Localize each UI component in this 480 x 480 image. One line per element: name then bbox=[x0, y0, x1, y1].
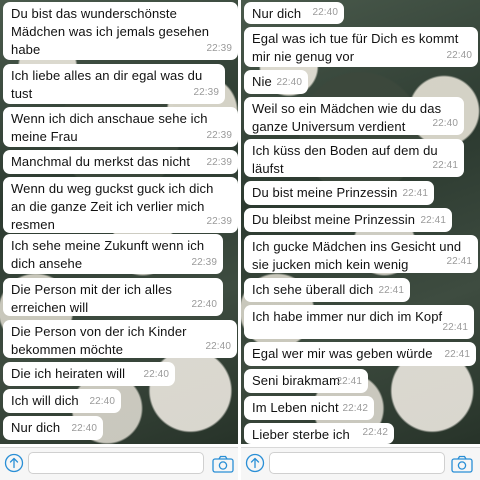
upload-arrow-icon[interactable] bbox=[245, 453, 265, 473]
message-time: 22:39 bbox=[206, 43, 232, 54]
message-text: Wenn ich dich anschaue sehe ich meine Fr… bbox=[11, 111, 208, 144]
message-time: 22:40 bbox=[276, 77, 302, 88]
left-chat-panel: Du bist das wunderschönste Mädchen was i… bbox=[0, 0, 238, 444]
message-time: 22:40 bbox=[312, 7, 338, 18]
message-time: 22:40 bbox=[432, 118, 458, 129]
message-time: 22:42 bbox=[342, 403, 368, 414]
message-bubble[interactable]: Ich will dich 22:40 bbox=[3, 389, 121, 413]
message-time: 22:39 bbox=[206, 130, 232, 141]
message-time: 22:39 bbox=[191, 257, 217, 268]
message-bubble[interactable]: Manchmal du merkst das nicht 22:39 bbox=[3, 150, 238, 174]
message-bubble[interactable]: Du bleibst meine Prinzessin 22:41 bbox=[244, 208, 452, 232]
message-bubble[interactable]: Nie 22:40 bbox=[244, 70, 308, 94]
message-time: 22:41 bbox=[420, 215, 446, 226]
right-chat-panel: Nur dich 22:40 Egal was ich tue für Dich… bbox=[241, 0, 480, 444]
message-bubble[interactable]: Ich küss den Boden auf dem du läufst 22:… bbox=[244, 139, 464, 177]
message-time: 22:40 bbox=[446, 50, 472, 61]
message-time: 22:40 bbox=[89, 396, 115, 407]
message-text: Die Person mit der ich alles erreichen w… bbox=[11, 282, 173, 315]
message-input[interactable] bbox=[28, 452, 204, 474]
camera-icon[interactable] bbox=[451, 455, 473, 473]
message-bubble[interactable]: Wenn du weg guckst guck ich dich an die … bbox=[3, 177, 238, 233]
message-text: Egal wer mir was geben würde bbox=[252, 346, 433, 361]
message-text: Ich gucke Mädchen ins Gesicht und sie ju… bbox=[252, 239, 462, 272]
message-time: 22:39 bbox=[193, 87, 219, 98]
message-time: 22:41 bbox=[432, 160, 458, 171]
message-time: 22:41 bbox=[442, 322, 468, 333]
upload-arrow-icon[interactable] bbox=[4, 453, 24, 473]
message-text: Ich küss den Boden auf dem du läufst bbox=[252, 143, 438, 176]
message-time: 22:41 bbox=[446, 256, 472, 267]
message-bubble[interactable]: Ich gucke Mädchen ins Gesicht und sie ju… bbox=[244, 235, 478, 273]
right-input-bar bbox=[241, 447, 480, 480]
message-input[interactable] bbox=[269, 452, 445, 474]
message-bubble[interactable]: Die Person mit der ich alles erreichen w… bbox=[3, 278, 223, 316]
message-time: 22:41 bbox=[444, 349, 470, 360]
message-text: Manchmal du merkst das nicht bbox=[11, 154, 191, 169]
message-bubble[interactable]: Weil so ein Mädchen wie du das ganze Uni… bbox=[244, 97, 464, 135]
message-bubble[interactable]: Ich liebe alles an dir egal was du tust … bbox=[3, 64, 225, 104]
message-time: 22:40 bbox=[143, 369, 169, 380]
message-time: 22:42 bbox=[362, 427, 388, 438]
message-bubble[interactable]: Ich sehe meine Zukunft wenn ich dich ans… bbox=[3, 234, 223, 274]
message-text: Ich sehe meine Zukunft wenn ich dich ans… bbox=[11, 238, 205, 271]
message-bubble[interactable]: Du bist meine Prinzessin 22:41 bbox=[244, 181, 434, 205]
message-bubble[interactable]: Nur dich 22:40 bbox=[244, 2, 344, 24]
message-time: 22:41 bbox=[336, 376, 362, 387]
message-time: 22:41 bbox=[402, 188, 428, 199]
message-bubble[interactable]: Lieber sterbe ich 22:42 bbox=[244, 423, 394, 444]
message-bubble[interactable]: Egal wer mir was geben würde 22:41 bbox=[244, 342, 476, 366]
message-bubble[interactable]: Wenn ich dich anschaue sehe ich meine Fr… bbox=[3, 107, 238, 147]
message-bubble[interactable]: Die Person von der ich Kinder bekommen m… bbox=[3, 320, 237, 358]
message-text: Du bist das wunderschönste Mädchen was i… bbox=[11, 6, 210, 57]
message-text: Weil so ein Mädchen wie du das ganze Uni… bbox=[252, 101, 442, 134]
message-text: Du bist meine Prinzessin bbox=[252, 185, 398, 200]
message-bubble[interactable]: Du bist das wunderschönste Mädchen was i… bbox=[3, 2, 238, 60]
message-text: Du bleibst meine Prinzessin bbox=[252, 212, 416, 227]
message-bubble[interactable]: Seni birakmam 22:41 bbox=[244, 369, 368, 393]
message-bubble[interactable]: Die ich heiraten will 22:40 bbox=[3, 362, 175, 386]
message-time: 22:40 bbox=[71, 423, 97, 434]
message-bubble[interactable]: Ich habe immer nur dich im Kopf 22:41 bbox=[244, 305, 474, 339]
message-bubble[interactable]: Nur dich 22:40 bbox=[3, 416, 103, 440]
message-time: 22:39 bbox=[206, 216, 232, 227]
message-time: 22:41 bbox=[378, 285, 404, 296]
message-text: Die Person von der ich Kinder bekommen m… bbox=[11, 324, 187, 357]
message-text: Ich liebe alles an dir egal was du tust bbox=[11, 68, 203, 101]
message-text: Wenn du weg guckst guck ich dich an die … bbox=[11, 181, 214, 232]
message-time: 22:39 bbox=[206, 157, 232, 168]
message-time: 22:40 bbox=[191, 299, 217, 310]
message-text: Egal was ich tue für Dich es kommt mir n… bbox=[252, 31, 459, 64]
message-time: 22:40 bbox=[205, 341, 231, 352]
message-bubble[interactable]: Im Leben nicht 22:42 bbox=[244, 396, 374, 420]
camera-icon[interactable] bbox=[212, 455, 234, 473]
message-text: Ich habe immer nur dich im Kopf bbox=[252, 309, 443, 324]
left-input-bar bbox=[0, 447, 238, 480]
message-bubble[interactable]: Ich sehe überall dich 22:41 bbox=[244, 278, 410, 302]
message-bubble[interactable]: Egal was ich tue für Dich es kommt mir n… bbox=[244, 27, 478, 67]
